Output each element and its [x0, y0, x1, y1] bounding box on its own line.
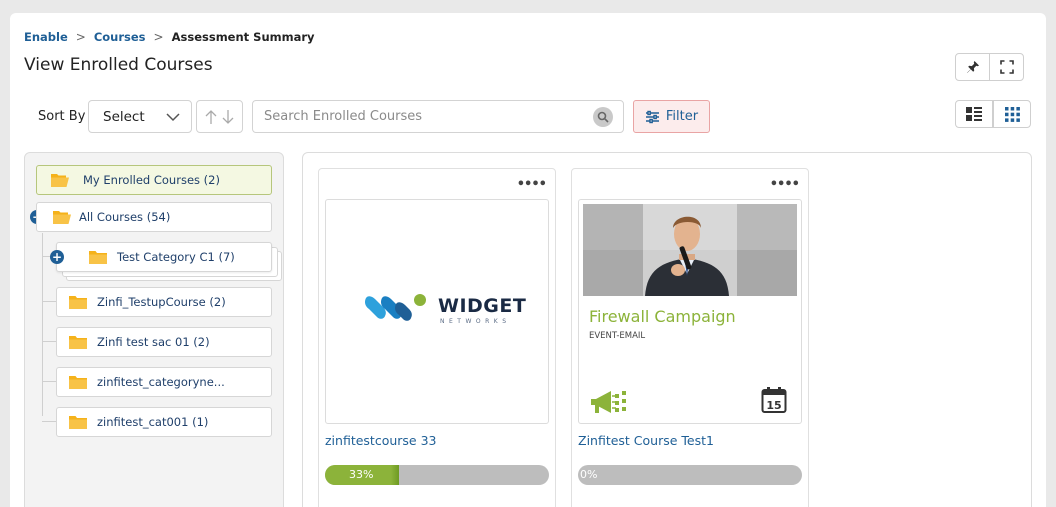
tree-node-category[interactable]: zinfitest_cat001 (1): [56, 407, 272, 437]
tree-node-category[interactable]: Zinfi_TestupCourse (2): [56, 287, 272, 317]
course-progress: 0%: [578, 465, 802, 485]
course-thumbnail[interactable]: WIDGET NETWORKS: [325, 199, 549, 424]
expand-icon[interactable]: +: [50, 250, 64, 264]
tree-connector: [42, 301, 56, 302]
presenter-photo: [583, 204, 797, 296]
sort-direction-control: [196, 100, 243, 133]
tree-node-category[interactable]: Zinfi test sac 01 (2): [56, 327, 272, 357]
category-tree: My Enrolled Courses (2) − All Courses (5…: [24, 152, 284, 507]
list-view-icon: [966, 107, 982, 121]
breadcrumb: Enable > Courses > Assessment Summary: [24, 30, 315, 44]
search-icon[interactable]: [593, 107, 613, 127]
tree-node-category[interactable]: zinfitest_categoryne...: [56, 367, 272, 397]
more-icon[interactable]: ••••: [517, 177, 547, 192]
filter-label: Filter: [665, 109, 699, 124]
tree-connector: [42, 233, 43, 416]
tree-node-my-enrolled[interactable]: My Enrolled Courses (2): [36, 165, 272, 195]
sort-desc-icon[interactable]: [221, 109, 235, 125]
folder-icon: [89, 251, 107, 264]
tree-connector: [42, 381, 56, 382]
more-icon[interactable]: ••••: [770, 177, 800, 192]
megaphone-icon: [591, 391, 626, 413]
breadcrumb-enable[interactable]: Enable: [24, 30, 68, 44]
tree-node-label: Zinfi test sac 01 (2): [97, 335, 210, 349]
tree-node-label: zinfitest_cat001 (1): [97, 415, 209, 429]
breadcrumb-current: Assessment Summary: [171, 30, 315, 44]
folder-icon: [69, 416, 87, 429]
sort-select[interactable]: Select: [88, 100, 192, 133]
breadcrumb-courses[interactable]: Courses: [94, 30, 146, 44]
folder-icon: [69, 336, 87, 349]
folder-open-icon: [53, 211, 71, 224]
progress-label: 0%: [580, 468, 598, 481]
tree-connector: [42, 421, 56, 422]
logo-word: WIDGET: [438, 295, 527, 317]
calendar-icon: 15: [761, 387, 787, 413]
list-view-button[interactable]: [955, 100, 993, 128]
course-thumbnail[interactable]: Firewall Campaign EVENT-EMAIL 15: [578, 199, 802, 424]
search-input[interactable]: [253, 101, 573, 132]
breadcrumb-separator: >: [75, 30, 86, 44]
folder-icon: [69, 376, 87, 389]
folder-open-icon: [51, 174, 69, 187]
tree-node-all-courses[interactable]: All Courses (54): [36, 202, 272, 232]
calendar-day: 15: [766, 399, 781, 412]
course-title[interactable]: Zinfitest Course Test1: [578, 433, 714, 448]
grid-view-icon: [1004, 106, 1020, 122]
filter-icon: [645, 110, 659, 123]
tree-node-label: zinfitest_categoryne...: [97, 375, 225, 389]
grid-view-button[interactable]: [993, 100, 1031, 128]
page-title: View Enrolled Courses: [24, 55, 213, 75]
course-card[interactable]: •••• Firewall Campaign EVENT-EMAIL 15 Zi…: [571, 168, 809, 507]
tree-connector: [42, 341, 56, 342]
widget-networks-logo: WIDGET NETWORKS: [362, 290, 526, 330]
chevron-down-icon: [166, 113, 180, 122]
sort-asc-icon[interactable]: [204, 109, 218, 125]
tree-node-label: My Enrolled Courses (2): [83, 173, 220, 187]
logo-sub: NETWORKS: [440, 318, 511, 325]
tree-node-category[interactable]: Test Category C1 (7): [56, 242, 272, 272]
tree-node-label: Test Category C1 (7): [117, 250, 235, 264]
pin-button[interactable]: [955, 53, 990, 81]
course-grid: •••• WIDGET NETWORKS zinfitestcourse 33: [302, 152, 1032, 507]
course-progress: 33%: [325, 465, 549, 485]
folder-icon: [69, 296, 87, 309]
tree-node-label: All Courses (54): [79, 210, 171, 224]
breadcrumb-separator: >: [153, 30, 164, 44]
main-panel: Enable > Courses > Assessment Summary Vi…: [10, 13, 1046, 507]
sort-select-value: Select: [103, 108, 145, 125]
course-card[interactable]: •••• WIDGET NETWORKS zinfitestcourse 33: [318, 168, 556, 507]
search-box: [252, 100, 624, 133]
course-title[interactable]: zinfitestcourse 33: [325, 433, 437, 448]
banner-title: Firewall Campaign: [589, 307, 736, 326]
progress-label: 33%: [349, 468, 374, 481]
banner-subtitle: EVENT-EMAIL: [589, 331, 646, 341]
pin-icon: [966, 61, 979, 73]
filter-button[interactable]: Filter: [633, 100, 710, 133]
sort-by-label: Sort By: [38, 109, 86, 124]
fullscreen-icon: [999, 60, 1014, 74]
tree-node-label: Zinfi_TestupCourse (2): [97, 295, 226, 309]
fullscreen-button[interactable]: [989, 53, 1024, 81]
